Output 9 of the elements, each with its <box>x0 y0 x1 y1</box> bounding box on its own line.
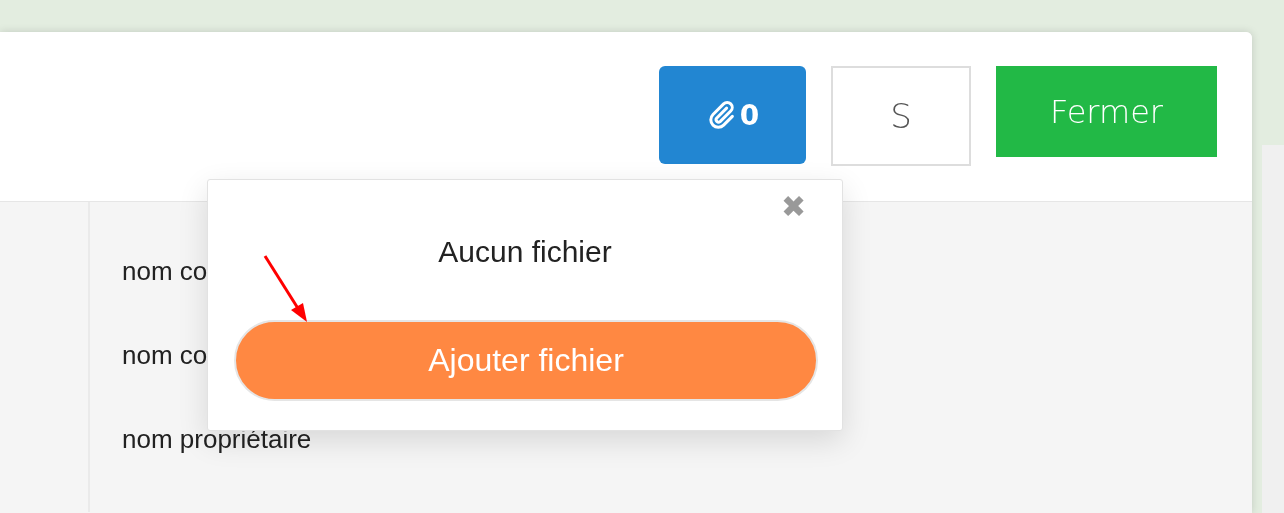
empty-message: Aucun fichier <box>437 235 613 269</box>
s-button[interactable]: S <box>831 66 971 166</box>
add-file-button[interactable]: Ajouter fichier <box>234 320 818 401</box>
attachments-button[interactable]: 0 <box>659 66 806 164</box>
close-button[interactable]: Fermer <box>996 66 1217 157</box>
field-label: nom co <box>122 339 208 371</box>
field-label: nom co <box>122 255 208 287</box>
field-label: nom propriétaire <box>122 423 312 455</box>
pointer-arrow <box>263 255 307 322</box>
